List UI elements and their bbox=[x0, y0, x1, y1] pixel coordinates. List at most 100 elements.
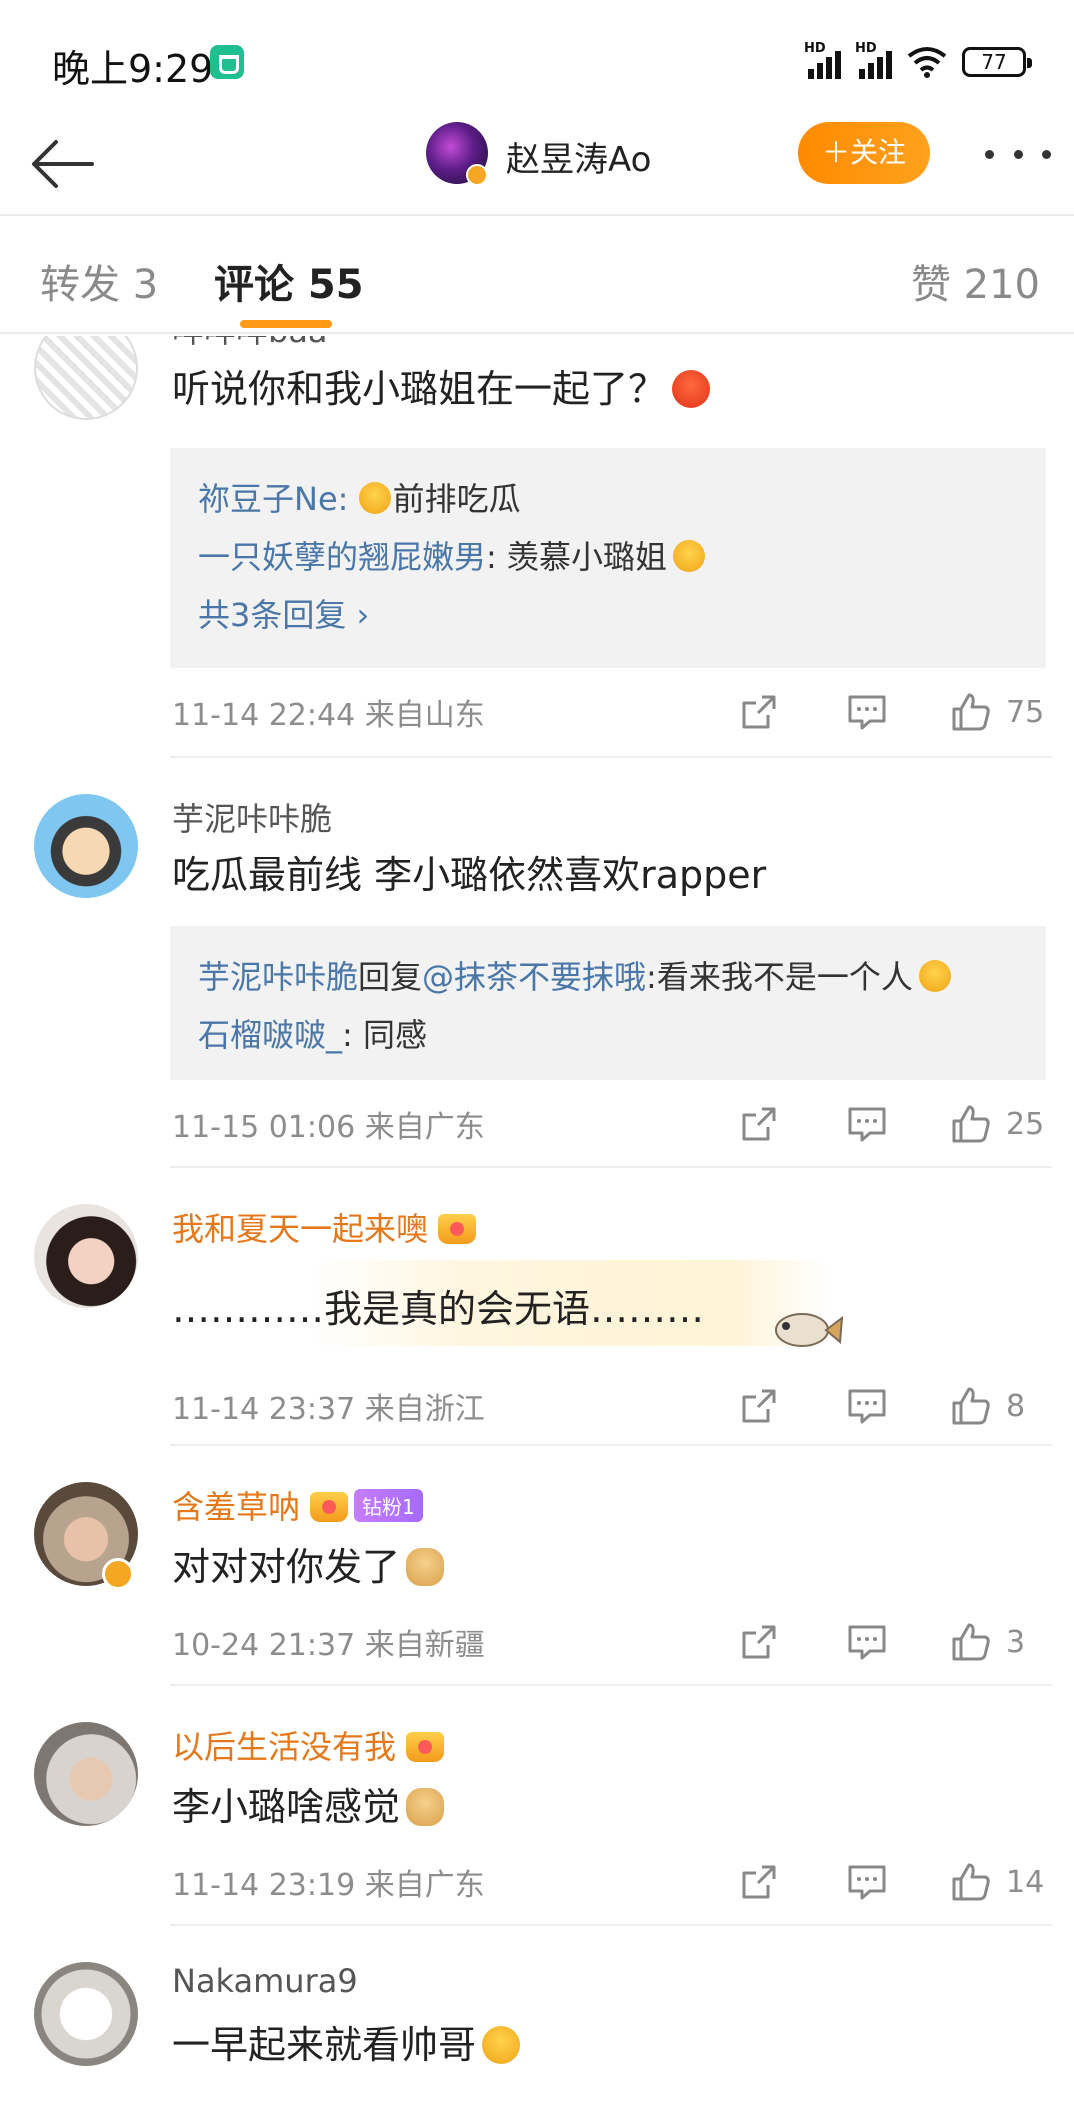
post-header: 赵昱涛Ao ＋关注 bbox=[0, 120, 1074, 216]
comment-meta: 10-24 21:37 来自新疆 bbox=[172, 1628, 485, 1663]
status-indicators: HD HD 77 bbox=[804, 41, 1032, 82]
comment-actions: 14 bbox=[738, 1860, 1046, 1904]
username-text[interactable]: 我和夏天一起来噢 bbox=[172, 1210, 428, 1248]
comment-username[interactable]: 芋泥咔咔脆 bbox=[172, 794, 332, 840]
tab-comments[interactable]: 评论 55 bbox=[214, 252, 364, 310]
like-count: 14 bbox=[1006, 1864, 1045, 1900]
doge-emoji-icon bbox=[406, 1788, 445, 1826]
more-icon[interactable] bbox=[985, 150, 1051, 160]
reply-line[interactable]: 石榴啵啵_: 同感 bbox=[198, 1006, 1018, 1064]
reply-text: 前排吃瓜 bbox=[392, 480, 521, 518]
share-icon[interactable] bbox=[738, 1621, 780, 1663]
comment-item: 以后生活没有我 李小璐啥感觉 11-14 23:19 来自广东 14 bbox=[0, 1686, 1074, 1926]
comment-text-content: 一早起来就看帅哥 bbox=[172, 2023, 477, 2067]
avatar[interactable] bbox=[34, 336, 138, 420]
like-count: 75 bbox=[1006, 694, 1045, 730]
reply-line[interactable]: 一只妖孽的翘屁嫩男: 羡慕小璐姐 bbox=[198, 528, 1018, 586]
comment-icon[interactable] bbox=[846, 1621, 888, 1663]
comment-meta: 11-14 23:37 来自浙江 bbox=[172, 1392, 485, 1427]
avatar[interactable] bbox=[34, 794, 138, 898]
comment-icon[interactable] bbox=[846, 691, 888, 733]
comment-text-content: 听说你和我小璐姐在一起了？ bbox=[172, 367, 667, 411]
like-icon[interactable] bbox=[950, 1621, 992, 1663]
comment-username[interactable]: 含羞草呐 钻粉1 bbox=[172, 1482, 423, 1528]
comment-text: 吃瓜最前线 李小璐依然喜欢rapper bbox=[172, 844, 766, 899]
comment-username[interactable]: 以后生活没有我 bbox=[172, 1722, 445, 1768]
shocked-emoji-icon bbox=[918, 960, 951, 992]
doge-emoji-icon bbox=[406, 1548, 445, 1586]
reply-separator: : bbox=[342, 1016, 363, 1054]
angry-emoji-icon bbox=[672, 370, 711, 408]
comment-text: 李小璐啥感觉 bbox=[172, 1776, 445, 1831]
reply-text: 同感 bbox=[362, 1016, 427, 1054]
share-icon[interactable] bbox=[738, 1103, 780, 1145]
comment-username[interactable]: 咩咩咩baa bbox=[172, 336, 328, 352]
avatar[interactable] bbox=[34, 1962, 138, 2066]
reply-verb: 回复 bbox=[358, 958, 423, 996]
tab-likes[interactable]: 赞 210 bbox=[911, 252, 1040, 310]
status-time: 晚上9:29 bbox=[52, 47, 214, 91]
like-icon[interactable] bbox=[950, 1385, 992, 1427]
signal-hd-label: HD bbox=[804, 41, 826, 56]
comment-icon[interactable] bbox=[846, 1385, 888, 1427]
comment-item: 我和夏天一起来噢 …………我是真的会无语……… 11-14 23:37 来自浙江… bbox=[0, 1168, 1074, 1446]
comment-item: 含羞草呐 钻粉1 对对对你发了 10-24 21:37 来自新疆 3 bbox=[0, 1446, 1074, 1686]
back-arrow-icon[interactable] bbox=[24, 128, 100, 204]
reply-preview[interactable]: 芋泥咔咔脆回复@抹茶不要抹哦:看来我不是一个人 石榴啵啵_: 同感 bbox=[170, 926, 1046, 1080]
comment-actions: 8 bbox=[738, 1384, 1046, 1428]
reply-mention[interactable]: @抹茶不要抹哦 bbox=[422, 958, 646, 996]
comment-meta: 11-14 23:19 来自广东 bbox=[172, 1868, 485, 1903]
comment-icon[interactable] bbox=[846, 1861, 888, 1903]
like-icon[interactable] bbox=[950, 1861, 992, 1903]
verified-icon bbox=[102, 1558, 134, 1590]
comment-text-content: 吃瓜最前线 李小璐依然喜欢rapper bbox=[172, 853, 767, 897]
reply-text: :看来我不是一个人 bbox=[646, 958, 913, 996]
comment-list: 咩咩咩baa 听说你和我小璐姐在一起了？ 祢豆子Ne: 前排吃瓜 一只妖孽的翘屁… bbox=[0, 336, 1074, 2108]
more-replies-link[interactable]: 共3条回复 › bbox=[198, 586, 1018, 644]
follow-button[interactable]: ＋关注 bbox=[798, 122, 930, 184]
comment-text-content: 李小璐啥感觉 bbox=[172, 1785, 401, 1829]
tab-repost[interactable]: 转发 3 bbox=[40, 252, 158, 310]
crown-icon bbox=[406, 1732, 445, 1762]
avatar[interactable] bbox=[34, 1204, 138, 1308]
comment-username[interactable]: 我和夏天一起来噢 bbox=[172, 1204, 477, 1250]
username-text[interactable]: 以后生活没有我 bbox=[172, 1728, 396, 1766]
reply-username[interactable]: 芋泥咔咔脆 bbox=[198, 958, 358, 996]
avatar[interactable] bbox=[34, 1722, 138, 1826]
author-name[interactable]: 赵昱涛Ao bbox=[506, 132, 651, 181]
comment-icon[interactable] bbox=[846, 1103, 888, 1145]
comment-meta: 11-14 22:44 来自山东 bbox=[172, 698, 485, 733]
reply-username[interactable]: 一只妖孽的翘屁嫩男 bbox=[198, 538, 486, 576]
share-icon[interactable] bbox=[738, 1861, 780, 1903]
post-tabs: 转发 3 评论 55 赞 210 bbox=[0, 218, 1074, 334]
reply-line[interactable]: 祢豆子Ne: 前排吃瓜 bbox=[198, 470, 1018, 528]
comment-item: 咩咩咩baa 听说你和我小璐姐在一起了？ 祢豆子Ne: 前排吃瓜 一只妖孽的翘屁… bbox=[0, 336, 1074, 758]
comment-username[interactable]: Nakamura9 bbox=[172, 1962, 358, 2000]
like-icon[interactable] bbox=[950, 691, 992, 733]
comment-text-content: 对对对你发了 bbox=[172, 1545, 401, 1589]
reply-username[interactable]: 祢豆子Ne bbox=[198, 480, 338, 518]
crying-emoji-icon bbox=[672, 540, 705, 572]
signal-icon: HD bbox=[804, 41, 841, 79]
username-text[interactable]: 含羞草呐 bbox=[172, 1488, 300, 1526]
app-notification-icon bbox=[210, 45, 244, 79]
eating-melon-emoji-icon bbox=[358, 482, 391, 514]
reply-username[interactable]: 石榴啵啵_ bbox=[198, 1016, 342, 1054]
tab-indicator bbox=[240, 320, 332, 328]
reply-preview[interactable]: 祢豆子Ne: 前排吃瓜 一只妖孽的翘屁嫩男: 羡慕小璐姐 共3条回复 › bbox=[170, 448, 1046, 668]
share-icon[interactable] bbox=[738, 1385, 780, 1427]
comment-text: 一早起来就看帅哥 bbox=[172, 2014, 521, 2069]
comment-actions: 75 bbox=[738, 690, 1046, 734]
battery-icon: 77 bbox=[962, 47, 1032, 77]
reply-text: 羡慕小璐姐 bbox=[506, 538, 667, 576]
comment-actions: 3 bbox=[738, 1620, 1046, 1664]
signal-icon: HD bbox=[855, 41, 892, 79]
wifi-icon bbox=[906, 46, 948, 78]
share-icon[interactable] bbox=[738, 691, 780, 733]
signal-hd-label: HD bbox=[855, 41, 877, 56]
like-icon[interactable] bbox=[950, 1103, 992, 1145]
fan-level-badge: 钻粉1 bbox=[354, 1489, 423, 1522]
like-count: 3 bbox=[1006, 1624, 1026, 1660]
like-count: 25 bbox=[1006, 1106, 1045, 1142]
reply-line[interactable]: 芋泥咔咔脆回复@抹茶不要抹哦:看来我不是一个人 bbox=[198, 948, 1018, 1006]
